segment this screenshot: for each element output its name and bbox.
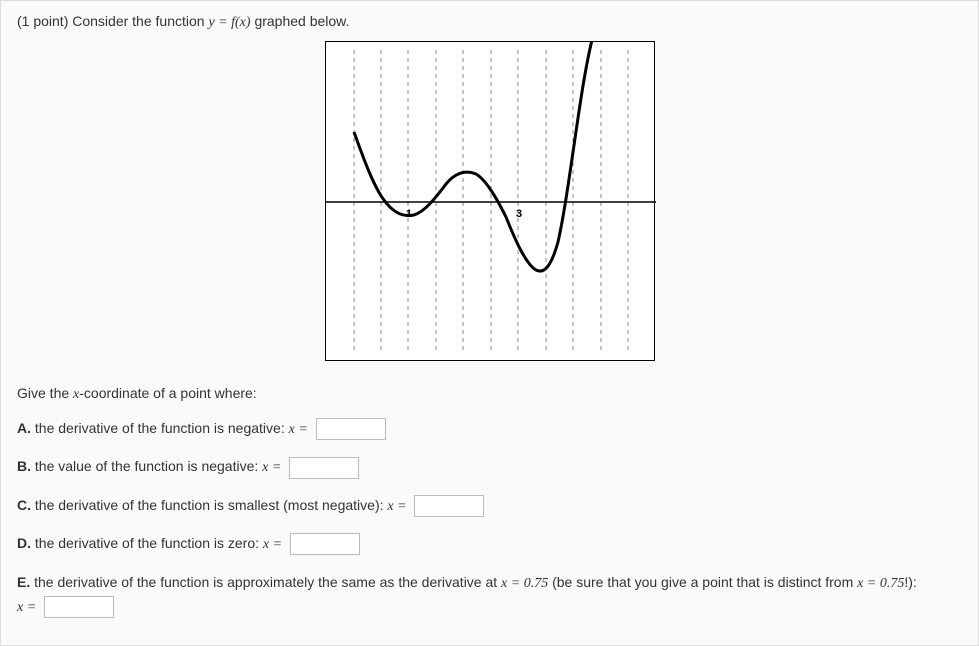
part-e-value: x = 0.75	[501, 576, 548, 591]
question-e: E. the derivative of the function is app…	[17, 571, 962, 620]
problem-container: (1 point) Consider the function y = f(x)…	[0, 0, 979, 646]
part-c-text: the derivative of the function is smalle…	[31, 497, 387, 513]
header-suffix: graphed below.	[254, 13, 349, 29]
answer-input-e[interactable]	[44, 596, 114, 618]
points-label: (1 point)	[17, 13, 68, 29]
part-b-var: x =	[262, 460, 281, 475]
answer-input-d[interactable]	[290, 533, 360, 555]
function-curve	[354, 42, 594, 271]
answer-input-b[interactable]	[289, 457, 359, 479]
question-c: C. the derivative of the function is sma…	[17, 494, 962, 518]
part-e-label: E.	[17, 574, 30, 590]
part-a-text: the derivative of the function is negati…	[31, 420, 289, 436]
part-c-label: C.	[17, 497, 31, 513]
part-b-text: the value of the function is negative:	[31, 458, 262, 474]
part-b-label: B.	[17, 458, 31, 474]
answer-input-c[interactable]	[414, 495, 484, 517]
header-intro: Consider the function	[72, 13, 208, 29]
part-e-text-before: the derivative of the function is approx…	[30, 574, 501, 590]
part-e-var: x =	[17, 600, 36, 615]
part-e-value2: x = 0.75	[857, 576, 904, 591]
graph-wrapper: 1 3	[17, 41, 962, 365]
part-a-label: A.	[17, 420, 31, 436]
question-b: B. the value of the function is negative…	[17, 455, 962, 479]
graph-svg: 1 3	[326, 42, 656, 362]
question-d: D. the derivative of the function is zer…	[17, 532, 962, 556]
part-e-text-mid: (be sure that you give a point that is d…	[548, 574, 857, 590]
part-e-text-after: !):	[904, 574, 916, 590]
header-equation: y = f(x)	[208, 15, 250, 30]
question-a: A. the derivative of the function is neg…	[17, 417, 962, 441]
intro-text-suffix: -coordinate of a point where:	[79, 385, 256, 401]
part-c-var: x =	[387, 499, 406, 514]
part-a-var: x =	[289, 422, 308, 437]
part-d-label: D.	[17, 535, 31, 551]
answer-input-a[interactable]	[316, 418, 386, 440]
function-graph: 1 3	[325, 41, 655, 361]
tick-label-3: 3	[516, 208, 522, 220]
problem-header: (1 point) Consider the function y = f(x)…	[17, 13, 962, 31]
part-d-var: x =	[263, 537, 282, 552]
part-d-text: the derivative of the function is zero:	[31, 535, 263, 551]
question-intro: Give the x-coordinate of a point where:	[17, 385, 962, 403]
intro-text-prefix: Give the	[17, 385, 73, 401]
